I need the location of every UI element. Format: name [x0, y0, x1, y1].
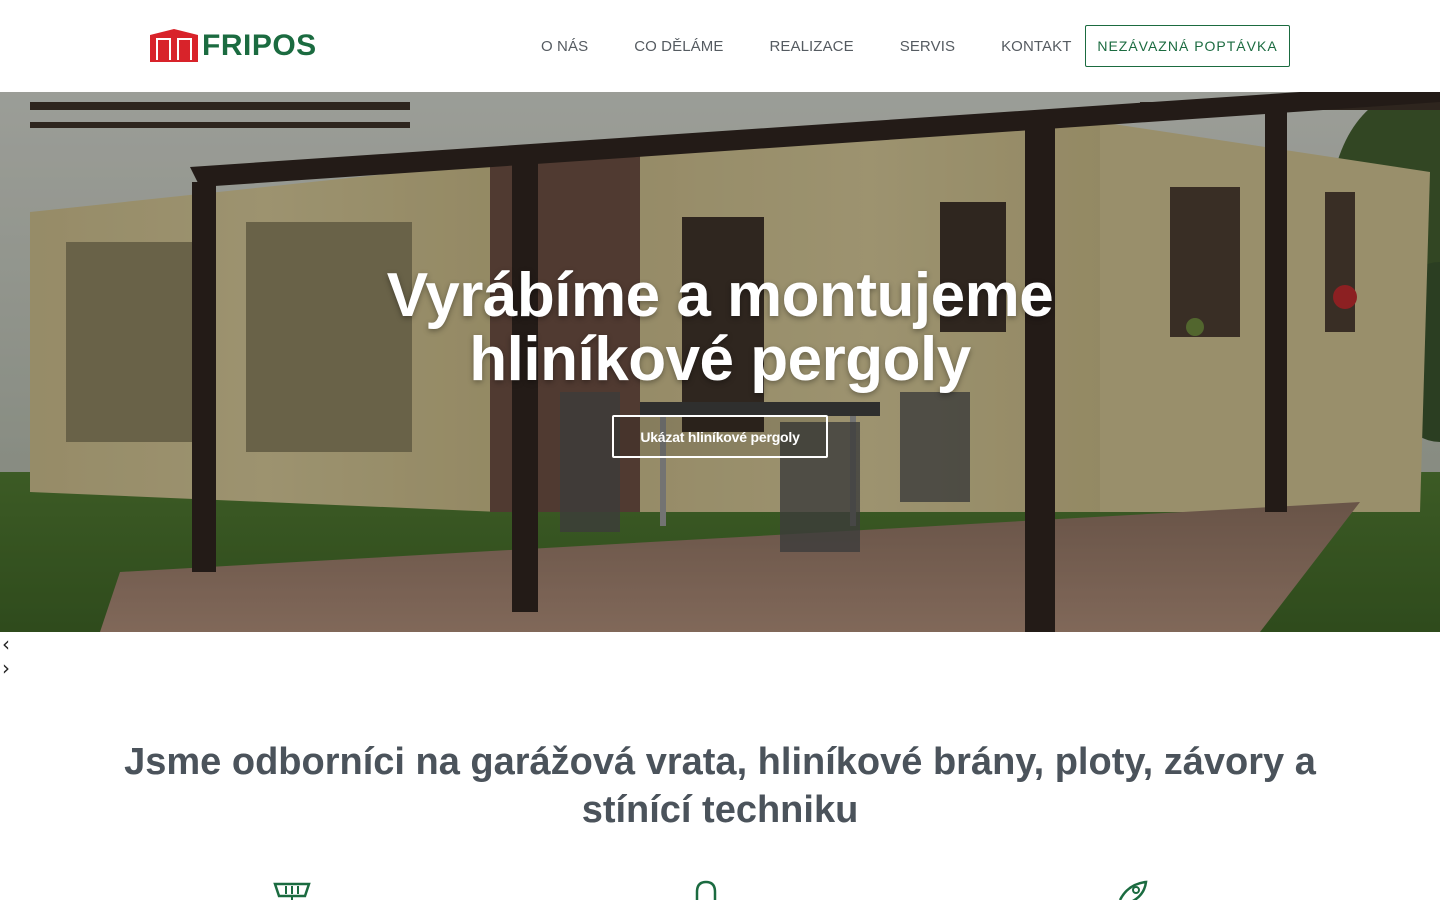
slider-next-arrow-icon[interactable]: › — [2, 658, 16, 678]
intro-heading: Jsme odborníci na garážová vrata, hliník… — [0, 738, 1440, 834]
inquiry-button[interactable]: NEZÁVAZNÁ POPTÁVKA — [1085, 25, 1290, 67]
nav-item-co-delame[interactable]: CO DĚLÁME — [634, 38, 723, 55]
brand-name: FRIPOS — [202, 29, 317, 62]
hero-slider: Vyrábíme a montujeme hliníkové pergoly U… — [0, 92, 1440, 632]
intro-heading-line-1: Jsme odborníci na garážová vrata, hliník… — [124, 741, 1316, 783]
nav-item-realizace[interactable]: REALIZACE — [769, 38, 853, 55]
brand-logo[interactable]: FRIPOS — [150, 29, 317, 62]
slider-prev-arrow-icon[interactable]: ‹ — [2, 634, 16, 654]
nav-item-o-nas[interactable]: O NÁS — [541, 38, 588, 55]
nav-item-kontakt[interactable]: KONTAKT — [1001, 38, 1071, 55]
site-header: FRIPOS O NÁS CO DĚLÁME REALIZACE SERVIS … — [0, 0, 1440, 92]
bell-icon — [695, 880, 717, 900]
hero-title: Vyrábíme a montujeme hliníkové pergoly — [0, 264, 1440, 392]
nav-item-servis[interactable]: SERVIS — [900, 38, 955, 55]
show-pergolas-button[interactable]: Ukázat hliníkové pergoly — [612, 415, 828, 458]
logo-house-icon — [150, 29, 198, 62]
hero-title-line-1: Vyrábíme a montujeme — [386, 261, 1054, 330]
rocket-icon — [1118, 880, 1148, 900]
main-nav: O NÁS CO DĚLÁME REALIZACE SERVIS KONTAKT — [518, 0, 1095, 92]
garage-door-icon — [273, 882, 311, 900]
intro-heading-line-2: stínící techniku — [581, 789, 859, 831]
hero-title-line-2: hliníkové pergoly — [469, 325, 971, 394]
